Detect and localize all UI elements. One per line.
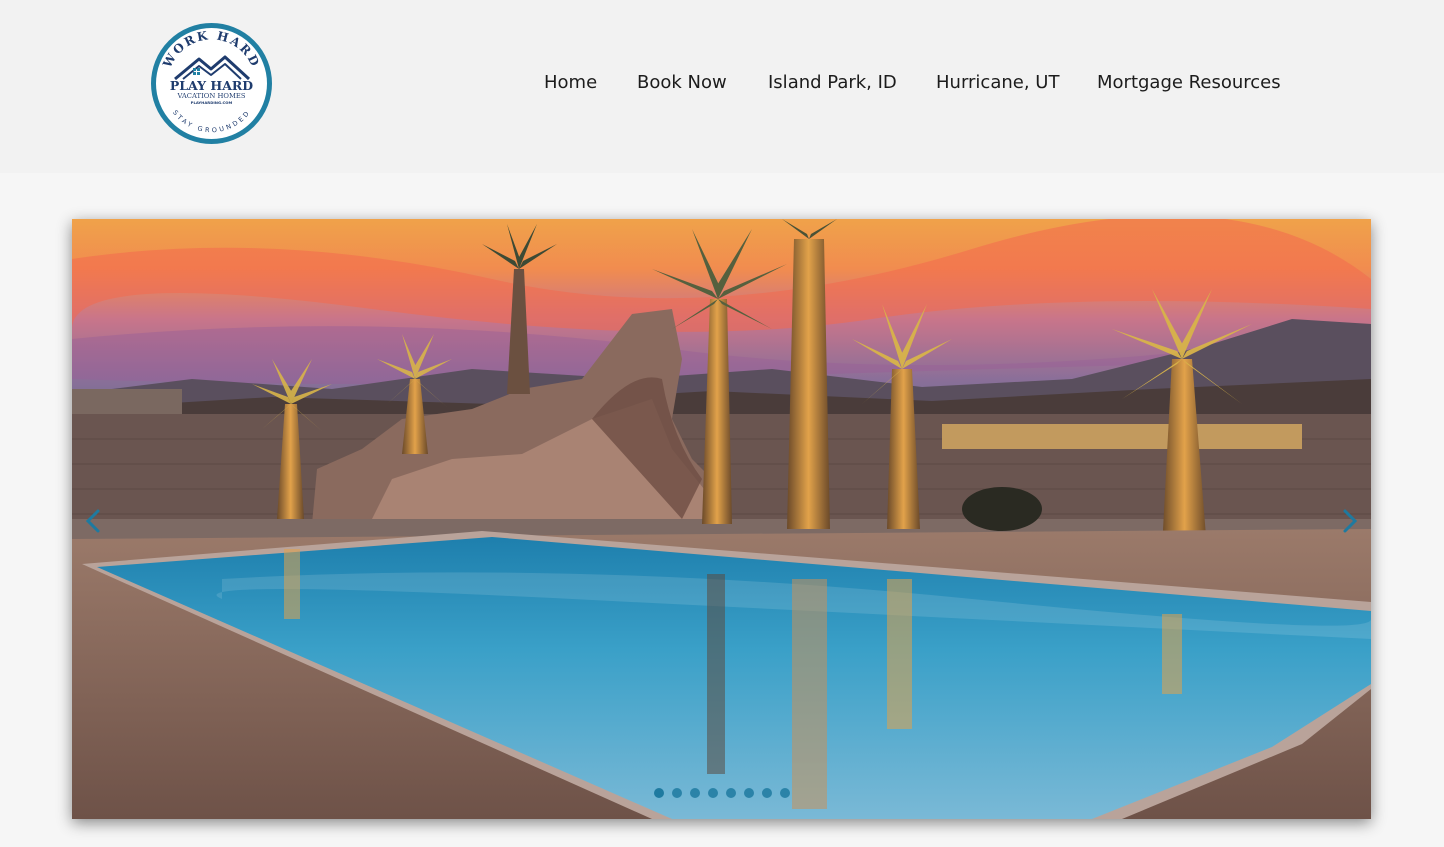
nav-mortgage-resources[interactable]: Mortgage Resources xyxy=(1097,70,1281,96)
nav-home[interactable]: Home xyxy=(544,70,597,96)
nav-island-park[interactable]: Island Park, ID xyxy=(768,70,897,96)
chevron-right-icon[interactable] xyxy=(1335,505,1363,537)
slider-dot[interactable] xyxy=(780,788,790,798)
slider-dot[interactable] xyxy=(762,788,772,798)
hero-slider[interactable] xyxy=(72,219,1371,819)
slider-dot[interactable] xyxy=(672,788,682,798)
nav-book-now[interactable]: Book Now xyxy=(637,70,727,96)
site-logo[interactable]: WORK HARD STAY GROUNDED PLAY HARD VACATI… xyxy=(149,21,274,146)
chevron-left-icon[interactable] xyxy=(80,505,108,537)
slider-dot[interactable] xyxy=(708,788,718,798)
logo-main-text: PLAY HARD xyxy=(170,78,253,93)
slider-dot[interactable] xyxy=(726,788,736,798)
slider-dot[interactable] xyxy=(744,788,754,798)
site-header: WORK HARD STAY GROUNDED PLAY HARD VACATI… xyxy=(0,0,1444,173)
nav-hurricane[interactable]: Hurricane, UT xyxy=(936,70,1059,96)
logo-url-text: PLAYHARDING.COM xyxy=(191,100,233,105)
logo-sub-text: VACATION HOMES xyxy=(176,92,245,100)
hero-slide-image xyxy=(72,219,1371,819)
slider-dot[interactable] xyxy=(690,788,700,798)
slider-dot[interactable] xyxy=(654,788,664,798)
